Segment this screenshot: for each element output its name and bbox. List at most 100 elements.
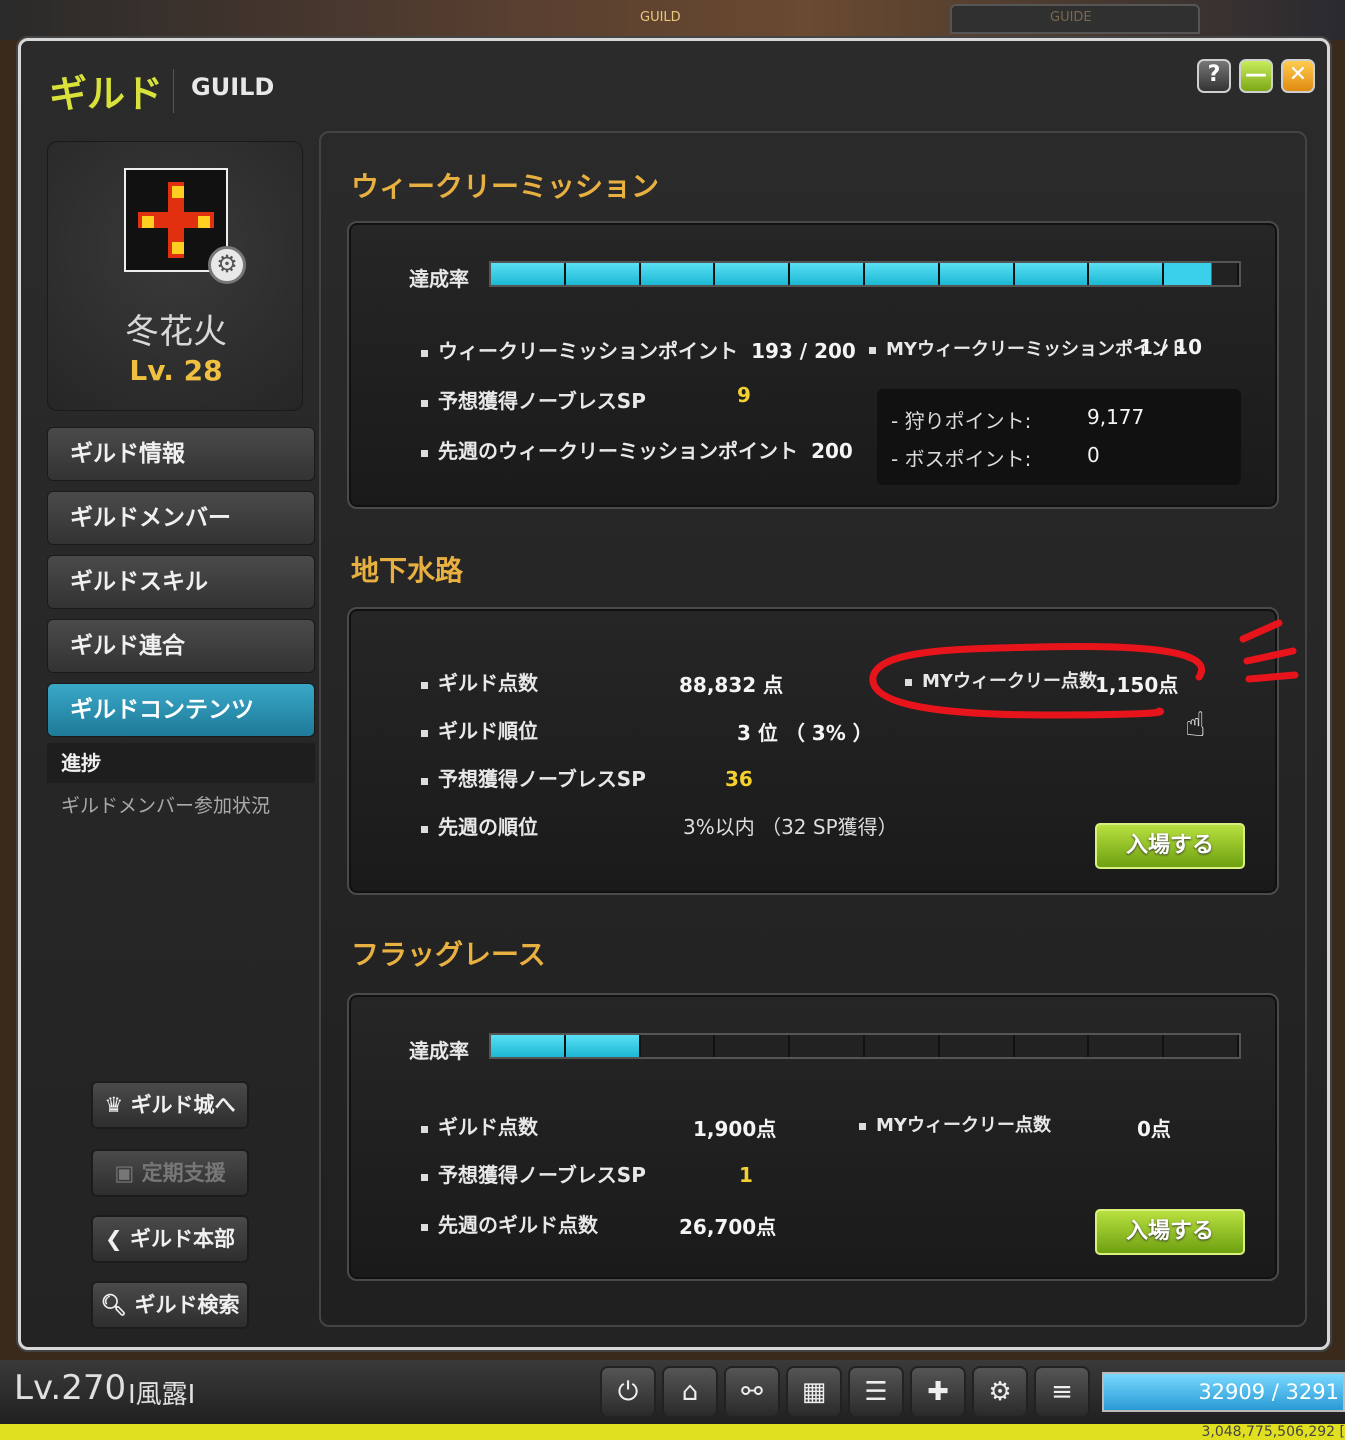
weekly-rate-segment [491,263,566,285]
weekly-rate-segment [864,263,940,285]
emblem-dot [198,216,210,228]
boss-points-value: 0 [1087,443,1100,467]
guild-search-button[interactable]: 🔍︎ ギルド検索 [91,1281,249,1329]
underground-score-label: ギルド点数 [438,671,538,695]
flag-my-weekly-label: MYウィークリー点数 [876,1115,1051,1136]
flag-rate-segment [790,1035,865,1057]
title-divider [173,69,174,113]
list-icon[interactable]: ☰ [848,1366,904,1418]
help-button[interactable]: ? [1197,59,1231,93]
flag-expected-sp-value: 1 [739,1163,753,1187]
emblem-settings-gear-icon[interactable]: ⚙ [208,246,246,284]
underground-score-row: ギルド点数 [421,667,538,696]
progress-member-status-link[interactable]: ギルドメンバー参加状況 [61,791,270,818]
emblem-dot [142,216,154,228]
flag-my-weekly-row: MYウィークリー点数 [859,1111,1051,1137]
castle-icon: ♛ [104,1093,124,1117]
weekly-expected-sp-row: 予想獲得ノーブレスSP [421,385,646,414]
window-title-jp: ギルド [49,72,164,116]
flag-last-score-label: 先週のギルド点数 [438,1213,598,1237]
flag-rate-segment [864,1035,940,1057]
link-icon[interactable]: ⚯ [724,1366,780,1418]
guild-search-label: ギルド検索 [134,1293,240,1317]
guild-headquarters-label: ギルド本部 [129,1227,235,1251]
underground-rank-label: ギルド順位 [438,719,538,743]
back-chevron-icon: ❮ [105,1227,123,1251]
weekly-rate-segment [939,263,1015,285]
nav-guild-info[interactable]: ギルド情報 [47,427,315,481]
regular-support-button: ▣ 定期支援 [91,1149,249,1197]
weekly-rate-segment [790,263,865,285]
game-status-bar: Lv.270 I風露I ⏻ ⌂ ⚯ ▦ ☰ ✚ ⚙ ≡ 32909 / 3291 [0,1360,1345,1424]
guild-level: Lv. 28 [129,354,223,387]
weekly-last-week-label: 先週のウィークリーミッションポイント [438,439,798,463]
guild-name: 冬花火 [125,312,227,352]
character-name: I風露I [128,1380,196,1410]
flag-last-score-value: 26,700点 [679,1215,777,1239]
underground-score-value: 88,832 点 [679,673,784,697]
nav-guild-skills[interactable]: ギルドスキル [47,555,315,609]
underground-last-rank-row: 先週の順位 [421,811,538,840]
underground-title: 地下水路 [351,554,464,587]
guild-tab-label[interactable]: GUILD [640,10,681,25]
red-annotation-circle [869,642,1205,719]
flag-rate-segment [1089,1035,1165,1057]
underground-last-rank-value: 3%以内 （32 SP獲得） [683,815,898,839]
home-icon[interactable]: ⌂ [662,1366,718,1418]
flag-expected-sp-label: 予想獲得ノーブレスSP [438,1163,646,1187]
menu-icon[interactable]: ≡ [1034,1366,1090,1418]
flag-rate-segment [939,1035,1015,1057]
weekly-expected-sp-label: 予想獲得ノーブレスSP [438,389,646,413]
hand-cursor-icon: ☝ [1185,705,1206,745]
nav-guild-contents[interactable]: ギルドコンテンツ [47,683,315,737]
guild-profile: ⚙ 冬花火 Lv. 28 [47,141,303,411]
character-level: Lv.270 [14,1368,127,1408]
weekly-rate-segment [1089,263,1165,285]
settings-icon[interactable]: ⚙ [972,1366,1028,1418]
game-top-strip: GUILD GUIDE [0,0,1345,40]
gift-icon[interactable]: ✚ [910,1366,966,1418]
underground-last-rank-label: 先週の順位 [438,815,538,839]
weekly-rate-progress-bar [489,261,1241,287]
regular-support-label: 定期支援 [141,1161,226,1185]
flag-race-title: フラッグレース [351,938,546,971]
flag-expected-sp-row: 予想獲得ノーブレスSP [421,1159,646,1188]
underground-expected-sp-row: 予想獲得ノーブレスSP [421,763,646,792]
search-icon: 🔍︎ [100,1293,128,1317]
underground-box: ギルド点数 88,832 点 ギルド順位 3 位 （ 3% ） 予想獲得ノーブレ… [347,607,1299,895]
weekly-points-label: ウィークリーミッションポイント [438,339,738,363]
nav-guild-alliance[interactable]: ギルド連合 [47,619,315,673]
flag-rate-segment [491,1035,566,1057]
guild-castle-button[interactable]: ♛ ギルド城へ [91,1081,249,1129]
power-icon[interactable]: ⏻ [600,1366,656,1418]
flag-last-score-row: 先週のギルド点数 [421,1209,598,1238]
flag-rate-segment [1164,1035,1239,1057]
red-emphasis-marks [1239,619,1299,683]
minimize-button[interactable]: — [1239,59,1273,93]
guild-headquarters-button[interactable]: ❮ ギルド本部 [91,1215,249,1263]
weekly-points-row: ウィークリーミッションポイント 193 / 200 [421,335,856,364]
underground-enter-button[interactable]: 入場する [1095,823,1245,869]
weekly-rate-segment [640,263,716,285]
flag-score-row: ギルド点数 [421,1111,538,1140]
progress-header: 進捗 [47,743,315,783]
emblem-dot [172,186,184,198]
flag-race-enter-button[interactable]: 入場する [1095,1209,1245,1255]
guide-tab-label[interactable]: GUIDE [1050,10,1092,25]
close-button[interactable]: ✕ [1281,59,1315,93]
underground-expected-sp-value: 36 [725,767,753,791]
underground-rank-value: 3 位 （ 3% ） [737,721,873,745]
weekly-rate-label: 達成率 [409,267,469,291]
flag-rate-progress-bar [489,1033,1241,1059]
nav-guild-members[interactable]: ギルドメンバー [47,491,315,545]
hp-bar: 32909 / 3291 [1102,1372,1345,1412]
weekly-rate-segment [1014,263,1090,285]
calendar-icon[interactable]: ▦ [786,1366,842,1418]
underground-expected-sp-label: 予想獲得ノーブレスSP [438,767,646,791]
flag-rate-segment [565,1035,641,1057]
guild-castle-label: ギルド城へ [130,1093,236,1117]
personal-points-breakdown: - 狩りポイント: 9,177 - ボスポイント: 0 [877,389,1241,485]
window-title-en: GUILD [191,73,275,101]
underground-rank-row: ギルド順位 [421,715,538,744]
weekly-rate-segment [1164,263,1239,285]
